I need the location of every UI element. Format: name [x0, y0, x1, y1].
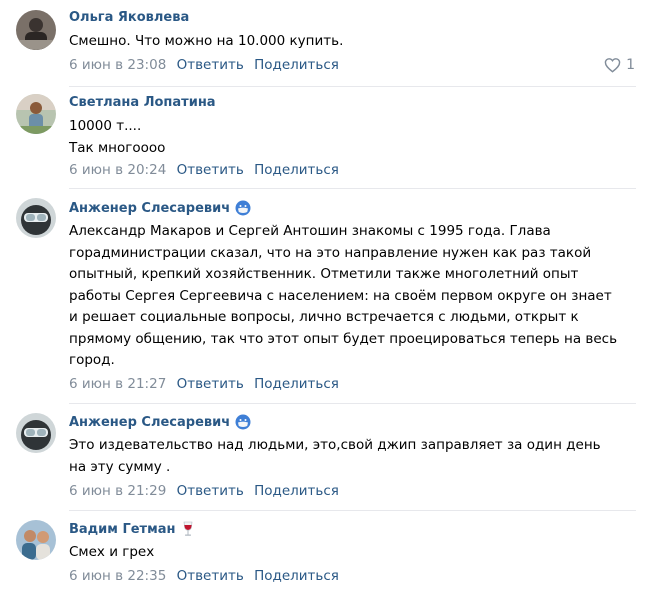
- comment-date[interactable]: 6 июн в 20:24: [69, 162, 166, 178]
- reply-button[interactable]: Ответить: [177, 568, 244, 584]
- wine-glass-icon: [180, 521, 196, 537]
- face-with-medical-mask-icon: [235, 414, 251, 430]
- comment-author[interactable]: Анженер Слесаревич: [69, 200, 251, 216]
- comment-meta: 6 июн в 23:08 Ответить Поделиться: [69, 57, 339, 73]
- comment-author[interactable]: Вадим Гетман: [69, 521, 196, 537]
- divider: [69, 403, 636, 404]
- author-name[interactable]: Анженер Слесаревич: [69, 415, 230, 430]
- comment-date[interactable]: 6 июн в 23:08: [69, 57, 166, 73]
- comment-author[interactable]: Ольга Яковлева: [69, 10, 189, 25]
- divider: [69, 86, 636, 87]
- like-button[interactable]: 1: [604, 57, 635, 73]
- comment-meta: 6 июн в 21:27 Ответить Поделиться: [69, 376, 339, 392]
- comment-text: Это издевательство над людьми, это,свой …: [69, 437, 601, 475]
- heart-icon: [604, 58, 621, 73]
- author-name[interactable]: Ольга Яковлева: [69, 10, 189, 25]
- share-button[interactable]: Поделиться: [254, 57, 339, 73]
- comment-text: Смешно. Что можно на 10.000 купить.: [69, 33, 344, 49]
- comment-meta: 6 июн в 21:29 Ответить Поделиться: [69, 483, 339, 499]
- reply-button[interactable]: Ответить: [177, 483, 244, 499]
- reply-button[interactable]: Ответить: [177, 162, 244, 178]
- comment-meta: 6 июн в 20:24 Ответить Поделиться: [69, 162, 339, 178]
- avatar[interactable]: [16, 10, 56, 50]
- like-count: 1: [626, 57, 635, 73]
- share-button[interactable]: Поделиться: [254, 483, 339, 499]
- avatar[interactable]: [16, 198, 56, 238]
- share-button[interactable]: Поделиться: [254, 376, 339, 392]
- share-button[interactable]: Поделиться: [254, 568, 339, 584]
- comment-text: 10000 т.... Так многоооо: [69, 118, 166, 156]
- author-name[interactable]: Анженер Слесаревич: [69, 201, 230, 216]
- comment-text: Смех и грех: [69, 544, 155, 560]
- comment-author[interactable]: Анженер Слесаревич: [69, 414, 251, 430]
- avatar[interactable]: [16, 520, 56, 560]
- author-name[interactable]: Светлана Лопатина: [69, 95, 216, 110]
- avatar[interactable]: [16, 413, 56, 453]
- comment-date[interactable]: 6 июн в 21:27: [69, 376, 166, 392]
- reply-button[interactable]: Ответить: [177, 376, 244, 392]
- avatar[interactable]: [16, 94, 56, 134]
- comment-date[interactable]: 6 июн в 21:29: [69, 483, 166, 499]
- share-button[interactable]: Поделиться: [254, 162, 339, 178]
- divider: [69, 188, 636, 189]
- divider: [69, 510, 636, 511]
- reply-button[interactable]: Ответить: [177, 57, 244, 73]
- comment-meta: 6 июн в 22:35 Ответить Поделиться: [69, 568, 339, 584]
- face-with-medical-mask-icon: [235, 200, 251, 216]
- comment-author[interactable]: Светлана Лопатина: [69, 95, 216, 110]
- author-name[interactable]: Вадим Гетман: [69, 522, 175, 537]
- comment-date[interactable]: 6 июн в 22:35: [69, 568, 166, 584]
- comment-text: Александр Макаров и Сергей Антошин знако…: [69, 223, 618, 368]
